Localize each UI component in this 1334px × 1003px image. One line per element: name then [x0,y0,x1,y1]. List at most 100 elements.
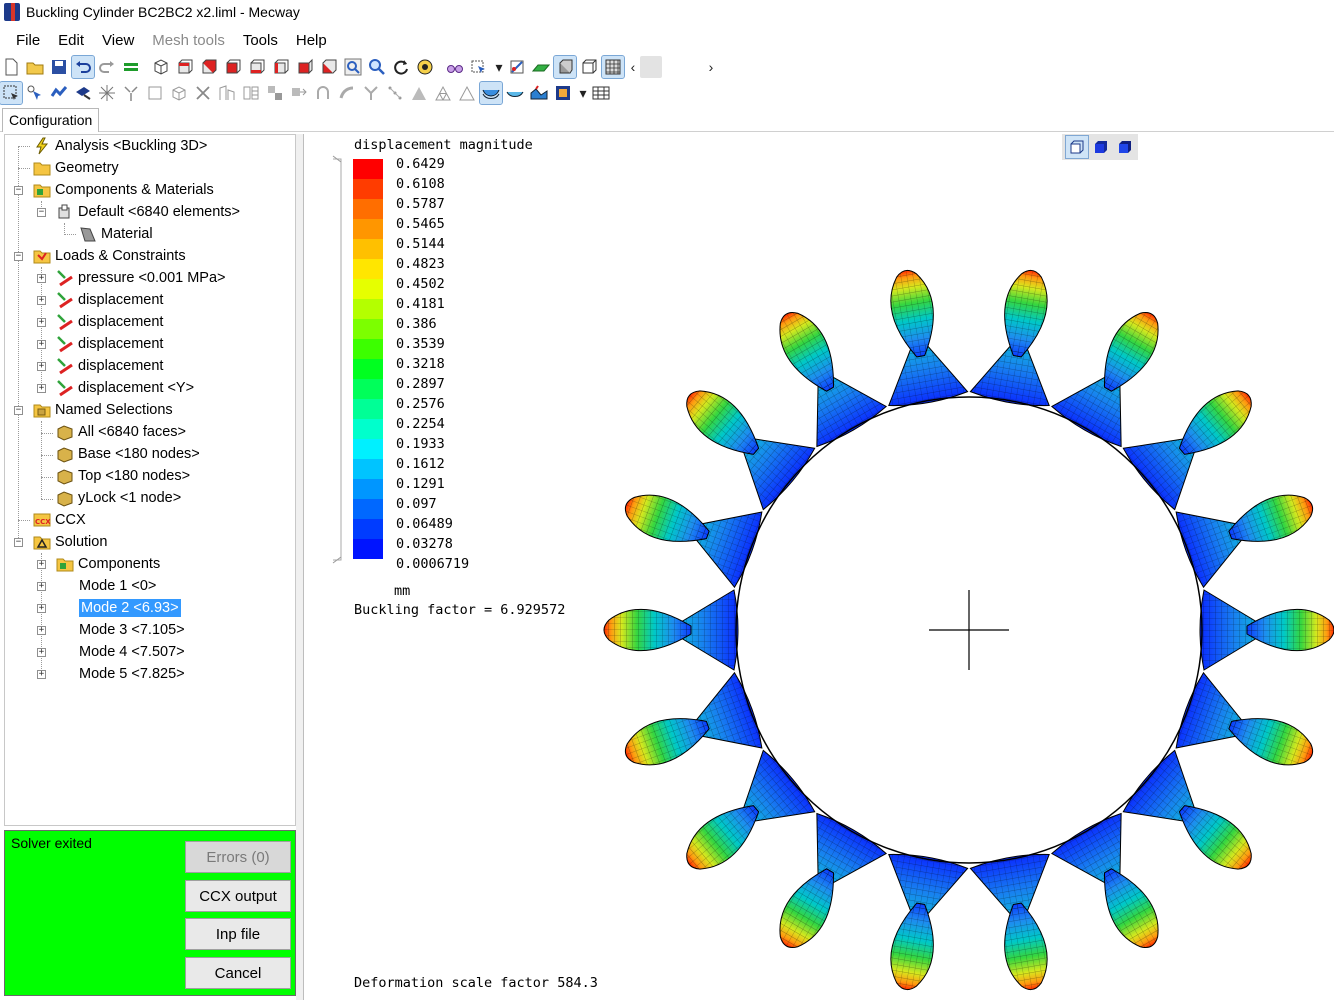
open-file-button[interactable] [24,56,46,78]
tree-item-displacement-y[interactable]: displacement <Y> [56,377,194,399]
animate-dropdown[interactable]: ▾ [576,82,590,104]
mesh-tool-10-button[interactable] [432,82,454,104]
menu-file[interactable]: File [8,32,48,49]
collapse-toggle[interactable]: − [14,252,23,261]
tree-item-mode-3[interactable]: Mode 3 <7.105> [79,619,185,641]
box-button[interactable] [168,82,190,104]
expand-toggle[interactable]: + [37,648,46,657]
view-bottom-button[interactable] [246,56,268,78]
tree-item-mode-1[interactable]: Mode 1 <0> [79,575,156,597]
tree-item-mode-5[interactable]: Mode 5 <7.825> [79,663,185,685]
panel-splitter[interactable] [296,134,303,1000]
redo-button[interactable] [96,56,118,78]
expand-toggle[interactable]: + [37,560,46,569]
expand-toggle[interactable]: + [37,296,46,305]
menu-help[interactable]: Help [288,32,335,49]
view-back-button[interactable] [198,56,220,78]
mesh-tool-8-button[interactable] [384,82,406,104]
rotate-button[interactable] [390,56,412,78]
mesh-tool-1-button[interactable] [216,82,238,104]
collapse-toggle[interactable]: − [37,208,46,217]
view-solid-button[interactable] [1090,136,1112,158]
expand-toggle[interactable]: + [37,274,46,283]
expand-toggle[interactable]: + [37,362,46,371]
collapse-toggle[interactable]: − [14,538,23,547]
tree-item-mode-4[interactable]: Mode 4 <7.507> [79,641,185,663]
menu-mesh-tools[interactable]: Mesh tools [144,32,233,49]
toolbar-scroll-thumb[interactable] [640,56,662,78]
square-button[interactable] [144,82,166,104]
tree-item-mode-2[interactable]: Mode 2 <6.93> [79,597,181,619]
view-wireframe-button[interactable] [150,56,172,78]
tree-item-displacement-3[interactable]: displacement [56,333,163,355]
cancel-button[interactable]: Cancel [185,957,291,989]
new-file-button[interactable] [0,56,22,78]
mesh-tool-3-button[interactable] [264,82,286,104]
tree-item-ylock-node[interactable]: yLock <1 node> [56,487,181,509]
mesh-tool-11-button[interactable] [456,82,478,104]
select-mode-dropdown[interactable]: ▾ [492,56,506,78]
edges-button[interactable] [578,56,600,78]
select-surface-button[interactable] [72,82,94,104]
view-left-button[interactable] [270,56,292,78]
mesh-button[interactable] [601,55,625,79]
view-perspective-button[interactable] [1065,135,1089,159]
select-elements-button[interactable] [0,81,23,105]
tree-item-top-nodes[interactable]: Top <180 nodes> [56,465,190,487]
mesh-tool-7-button[interactable] [360,82,382,104]
tree-item-geometry[interactable]: Geometry [33,157,119,179]
expand-toggle[interactable]: + [37,384,46,393]
ccx-output-button[interactable]: CCX output [185,880,291,912]
undo-button[interactable] [71,55,95,79]
toolbar-scroll-left[interactable]: ‹ [626,56,640,78]
tree-item-default-component[interactable]: Default <6840 elements> [56,201,240,223]
plane-button[interactable] [530,56,552,78]
equal-button[interactable] [120,56,142,78]
tree-item-solution-components[interactable]: Components [56,553,160,575]
zoom-button[interactable] [366,56,388,78]
mesh-tool-2-button[interactable] [240,82,262,104]
menu-view[interactable]: View [94,32,142,49]
expand-toggle[interactable]: + [37,318,46,327]
select-chain-button[interactable] [48,82,70,104]
select-mode-button[interactable] [468,56,490,78]
animate-button[interactable] [552,82,574,104]
collapse-toggle[interactable]: − [14,186,23,195]
mesh-tool-5-button[interactable] [312,82,334,104]
save-button[interactable] [48,56,70,78]
expand-toggle[interactable]: + [37,670,46,679]
toolbar-scroll-right[interactable]: › [704,56,718,78]
view-right-button[interactable] [294,56,316,78]
tree-item-analysis[interactable]: Analysis <Buckling 3D> [33,135,207,157]
collapse-toggle[interactable]: − [14,406,23,415]
tree-item-base-nodes[interactable]: Base <180 nodes> [56,443,200,465]
table-button[interactable] [590,82,612,104]
select-nodes-button[interactable] [24,82,46,104]
view-shaded-button[interactable] [1114,136,1136,158]
mesh-tool-4-button[interactable] [288,82,310,104]
tree-item-material[interactable]: Material [79,223,153,245]
expand-toggle[interactable]: + [37,626,46,635]
tree-item-pressure[interactable]: pressure <0.001 MPa> [56,267,226,289]
delete-button[interactable] [192,82,214,104]
expand-toggle[interactable]: + [37,582,46,591]
contour-button[interactable] [528,82,550,104]
tree-item-displacement-2[interactable]: displacement [56,311,163,333]
tree-item-solution[interactable]: Solution [33,531,107,553]
tree-item-named-selections[interactable]: Named Selections [33,399,173,421]
errors-button[interactable]: Errors (0) [185,841,291,873]
tree-item-components-materials[interactable]: Components & Materials [33,179,214,201]
menu-tools[interactable]: Tools [235,32,286,49]
view-top-button[interactable] [222,56,244,78]
explode-button[interactable] [96,82,118,104]
tree-item-displacement-1[interactable]: displacement [56,289,163,311]
zoom-fit-button[interactable] [342,56,364,78]
pan-button[interactable] [414,56,436,78]
mode-shape-button[interactable] [504,82,526,104]
tree-item-displacement-4[interactable]: displacement [56,355,163,377]
view-front-button[interactable] [174,56,196,78]
probe-button[interactable] [506,56,528,78]
split-button[interactable] [120,82,142,104]
menu-edit[interactable]: Edit [50,32,92,49]
tab-configuration[interactable]: Configuration [2,108,100,132]
